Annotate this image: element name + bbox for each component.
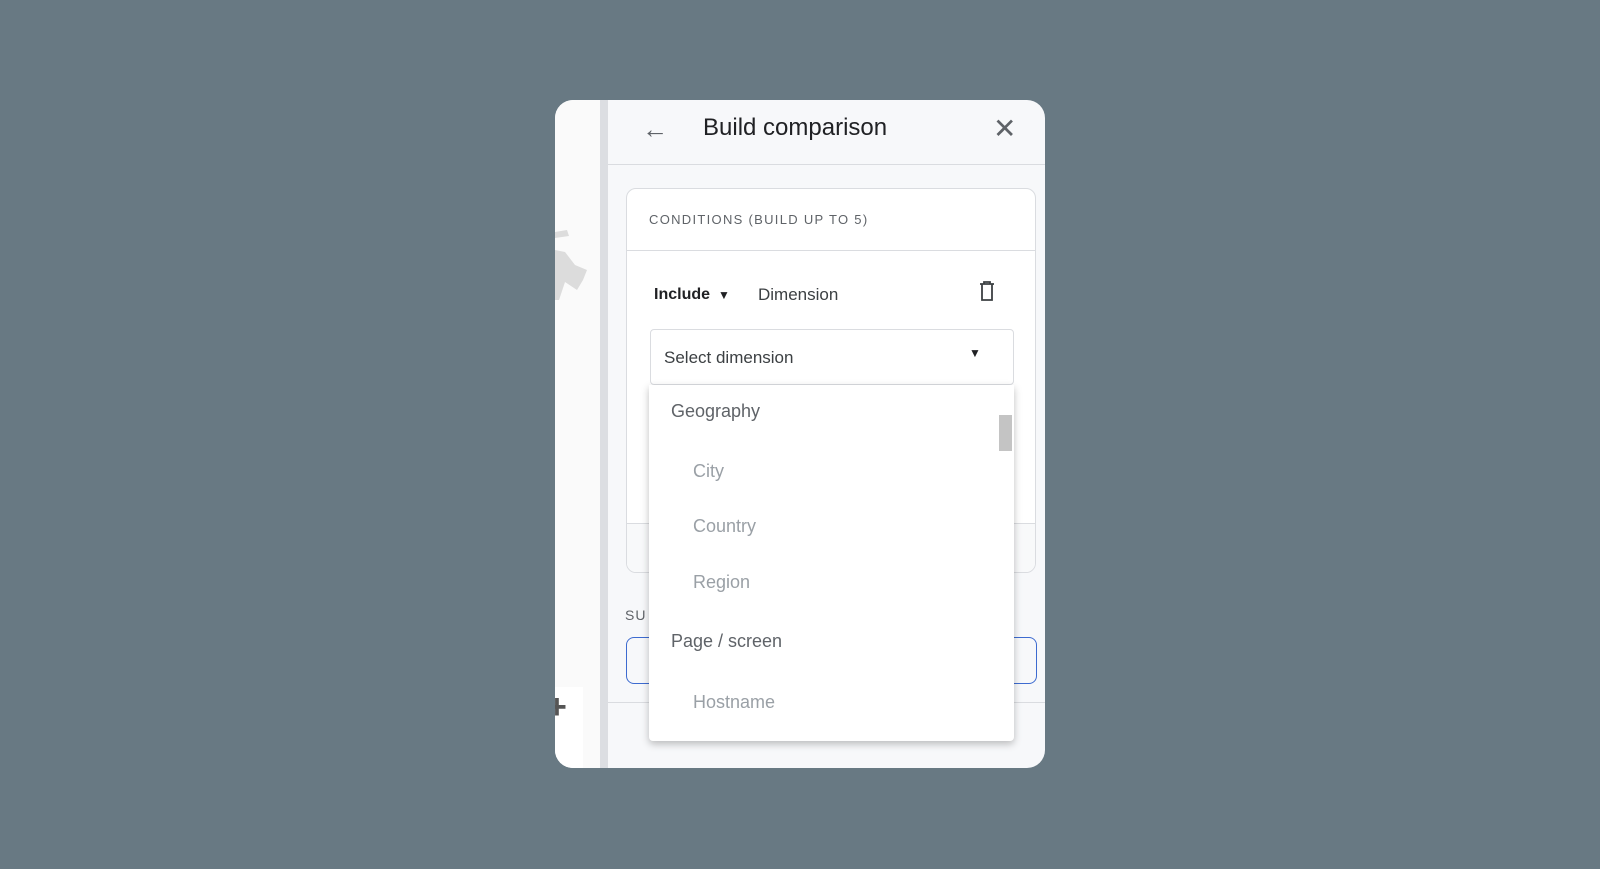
summary-label: SU (625, 607, 647, 623)
map-background: + (555, 100, 600, 768)
menu-group-page-screen: Page / screen (671, 631, 783, 651)
select-placeholder: Select dimension (664, 348, 794, 367)
close-icon[interactable]: ✕ (993, 112, 1016, 145)
divider (627, 250, 1035, 251)
scrollbar-thumb[interactable] (999, 415, 1012, 451)
menu-item-hostname[interactable]: Hostname (693, 692, 775, 713)
trash-icon[interactable] (979, 281, 995, 301)
menu-item-region[interactable]: Region (693, 572, 750, 593)
dimension-menu: Geography City Country Region Page / scr… (649, 385, 1014, 741)
dimension-label: Dimension (758, 285, 839, 304)
conditions-title: CONDITIONS (BUILD UP TO 5) (649, 212, 869, 227)
zoom-in-icon[interactable]: + (555, 688, 567, 727)
include-dropdown[interactable]: Include ▼ (654, 286, 730, 304)
menu-group-geography: Geography (671, 401, 761, 421)
caret-down-icon: ▼ (718, 288, 730, 302)
panel-title: Build comparison (703, 114, 888, 141)
select-dimension-dropdown[interactable]: Select dimension ▼ (650, 329, 1014, 385)
panel-divider[interactable] (600, 100, 608, 768)
menu-item-city[interactable]: City (693, 461, 724, 482)
map-shape (555, 230, 587, 300)
arrow-left-icon[interactable]: ← (642, 114, 668, 145)
include-label: Include (654, 286, 711, 303)
menu-item-country[interactable]: Country (693, 516, 756, 537)
header-divider (608, 164, 1045, 165)
caret-down-icon: ▼ (969, 346, 981, 360)
